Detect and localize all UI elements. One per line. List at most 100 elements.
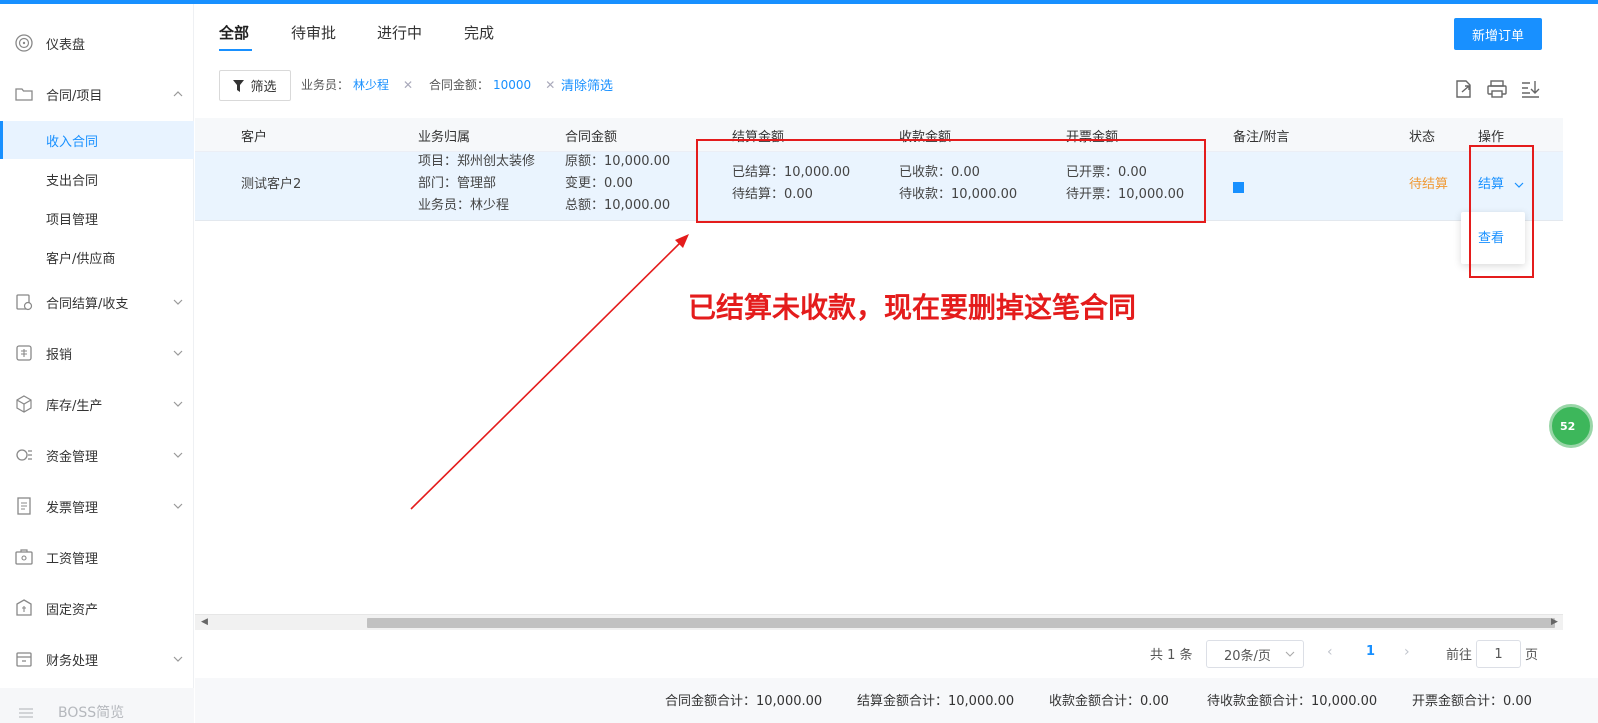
sidebar-item-label: 财务处理: [46, 653, 99, 669]
tab-completed[interactable]: 完成: [464, 22, 494, 43]
chevron-down-icon: [173, 299, 183, 305]
cell-line: 变更：0.00: [565, 176, 633, 191]
cell-customer: 测试客户2: [241, 177, 302, 192]
summary-receipt-amount: 收款金额合计：0.00: [1049, 694, 1169, 709]
filter-chip-value: 10000: [493, 77, 532, 92]
sidebar-item-invoice[interactable]: 发票管理: [0, 486, 194, 526]
filter-chip-key: 业务员：: [301, 78, 350, 92]
action-dropdown: 查看: [1461, 212, 1525, 264]
settle-action-link[interactable]: 结算: [1478, 174, 1504, 196]
scrollbar-thumb[interactable]: [367, 618, 1555, 628]
salary-icon: [15, 549, 33, 565]
page-size-value: 20条/页: [1224, 648, 1271, 664]
column-header: 开票金额: [1066, 130, 1119, 145]
pagination-total: 共 1 条: [1150, 648, 1193, 663]
next-page-icon[interactable]: ›: [1404, 644, 1410, 660]
cell-line: 部门：管理部: [418, 176, 497, 191]
cell-line: 待收款：10,000.00: [899, 187, 1018, 202]
sidebar-item-label: 固定资产: [46, 602, 99, 618]
cell-invoice-amount: 已开票：0.00 待开票：10,000.00: [1066, 162, 1184, 206]
close-icon[interactable]: ✕: [545, 78, 555, 92]
chevron-down-icon[interactable]: [1514, 180, 1524, 190]
sidebar: 仪表盘 合同/项目 收入合同 支出合同 项目管理 客户/供应商 合同结算/收支 …: [0, 4, 194, 723]
column-header: 结算金额: [732, 130, 785, 145]
sidebar-item-fixed-asset[interactable]: 固定资产: [0, 588, 194, 628]
tab-pending-approval[interactable]: 待审批: [291, 22, 336, 43]
finance-icon: [16, 652, 32, 667]
sidebar-item-label: 发票管理: [46, 500, 99, 516]
sidebar-item-expense-contract[interactable]: 支出合同: [0, 160, 194, 198]
prev-page-icon[interactable]: ‹: [1327, 644, 1333, 660]
sidebar-item-label: 合同/项目: [46, 88, 103, 104]
cell-settlement-amount: 已结算：10,000.00 待结算：0.00: [732, 162, 850, 206]
folder-icon: [15, 88, 33, 101]
page-size-select[interactable]: 20条/页: [1206, 640, 1304, 668]
summary-pending-receipt-amount: 待收款金额合计：10,000.00: [1207, 694, 1378, 709]
filter-chip-contract-amount: 合同金额： 10000 ✕: [429, 76, 555, 93]
sidebar-item-income-contract[interactable]: 收入合同: [0, 121, 194, 159]
annotation-arrow: [410, 234, 689, 510]
top-accent-bar: [0, 0, 1598, 4]
sidebar-item-fund[interactable]: 资金管理: [0, 435, 194, 475]
sidebar-item-settlement[interactable]: 合同结算/收支: [0, 282, 194, 322]
clear-filter-link[interactable]: 清除筛选: [561, 75, 613, 94]
active-tab-indicator: [219, 49, 252, 51]
sidebar-item-dashboard[interactable]: 仪表盘: [0, 23, 194, 63]
view-option[interactable]: 查看: [1478, 227, 1504, 246]
chevron-down-icon: [173, 350, 183, 356]
tab-all[interactable]: 全部: [219, 22, 249, 43]
chevron-down-icon: [173, 656, 183, 662]
new-order-button[interactable]: 新增订单: [1454, 18, 1542, 50]
cell-line: 总额：10,000.00: [565, 198, 671, 213]
cell-receipt-amount: 已收款：0.00 待收款：10,000.00: [899, 162, 1017, 206]
sidebar-item-label: 报销: [46, 347, 73, 363]
column-header: 合同金额: [565, 130, 618, 145]
summary-invoice-amount: 开票金额合计：0.00: [1412, 694, 1532, 709]
filter-button[interactable]: 筛选: [219, 70, 291, 101]
scroll-right-arrow-icon[interactable]: ▶: [1551, 617, 1558, 627]
column-header: 业务归属: [418, 130, 471, 145]
cell-line: 已结算：10,000.00: [732, 165, 851, 180]
filter-button-label: 筛选: [250, 80, 277, 95]
sidebar-item-label: 项目管理: [46, 212, 99, 228]
current-page[interactable]: 1: [1366, 644, 1375, 659]
summary-contract-amount: 合同金额合计：10,000.00: [665, 694, 823, 709]
dashboard-icon: [15, 34, 33, 52]
sidebar-item-project-management[interactable]: 项目管理: [0, 199, 194, 237]
floating-assistant-badge[interactable]: 52: [1549, 404, 1593, 448]
sidebar-item-label: 仪表盘: [46, 37, 86, 53]
sidebar-item-salary[interactable]: 工资管理: [0, 537, 194, 577]
cell-line: 原额：10,000.00: [565, 154, 671, 169]
cell-line: 已收款：0.00: [899, 165, 980, 180]
download-icon[interactable]: [1519, 78, 1541, 100]
close-icon[interactable]: ✕: [403, 78, 413, 92]
box-icon: [16, 395, 32, 413]
sidebar-item-contract-project[interactable]: 合同/项目: [0, 74, 194, 114]
cell-ownership: 项目：郑州创太装修 部门：管理部 业务员：林少程: [418, 151, 535, 217]
funnel-icon: [233, 79, 245, 92]
status-badge: 待结算: [1409, 177, 1449, 192]
table-row[interactable]: 测试客户2 项目：郑州创太装修 部门：管理部 业务员：林少程 原额：10,000…: [195, 152, 1563, 221]
print-icon[interactable]: [1486, 78, 1508, 100]
filter-chip-key: 合同金额：: [429, 78, 490, 92]
cell-contract-amount: 原额：10,000.00 变更：0.00 总额：10,000.00: [565, 151, 670, 217]
tab-in-progress[interactable]: 进行中: [377, 22, 422, 43]
cell-line: 待开票：10,000.00: [1066, 187, 1185, 202]
chevron-up-icon: [173, 91, 183, 97]
sidebar-item-label: 客户/供应商: [46, 251, 116, 267]
column-header: 收款金额: [899, 130, 952, 145]
sidebar-item-inventory[interactable]: 库存/生产: [0, 384, 194, 424]
sidebar-item-label: 合同结算/收支: [46, 296, 129, 312]
sidebar-item-boss[interactable]: BOSS简览: [0, 688, 194, 723]
sidebar-item-customer-supplier[interactable]: 客户/供应商: [0, 238, 194, 276]
scroll-left-arrow-icon[interactable]: ◀: [201, 617, 208, 627]
horizontal-scrollbar[interactable]: ◀ ▶: [195, 614, 1563, 630]
sidebar-item-reimburse[interactable]: 报销: [0, 333, 194, 373]
annotation-text: 已结算未收款，现在要删掉这笔合同: [688, 291, 1137, 324]
goto-page-input[interactable]: [1476, 640, 1521, 668]
note-indicator[interactable]: [1233, 182, 1244, 193]
sidebar-item-finance[interactable]: 财务处理: [0, 639, 194, 679]
sidebar-item-label: 工资管理: [46, 551, 99, 567]
export-icon[interactable]: [1453, 78, 1475, 100]
invoice-icon: [17, 497, 31, 515]
